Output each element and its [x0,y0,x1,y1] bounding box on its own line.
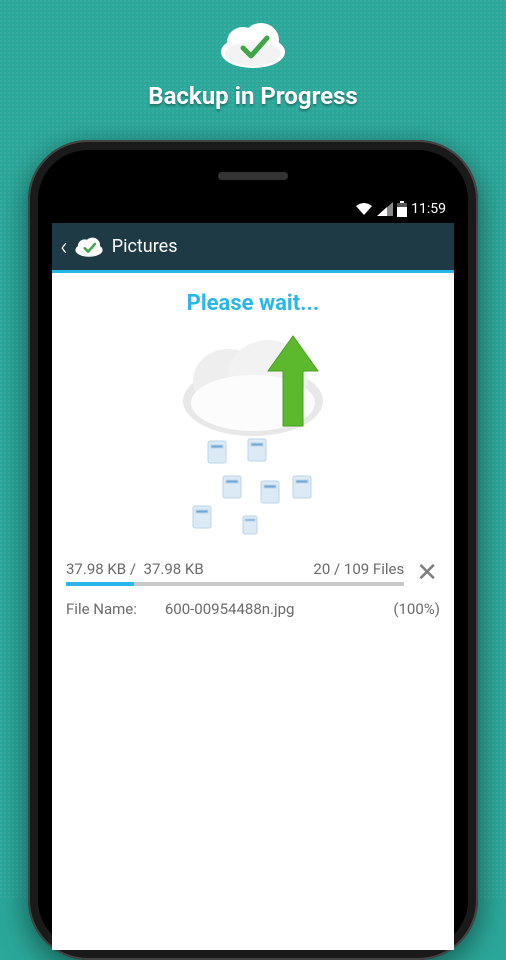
appbar-title: Pictures [112,236,178,257]
cloud-upload-icon [183,336,323,436]
promo-header: Backup in Progress [0,0,506,120]
back-button[interactable]: ‹ [60,234,106,260]
cloud-check-small-icon [72,236,106,258]
status-time: 11:59 [411,201,446,217]
file-icon [261,481,279,503]
file-icon [293,476,311,498]
progress-bar [66,582,404,586]
file-count-progress: 20 / 109 Files [313,560,404,578]
promo-title: Backup in Progress [0,82,506,110]
progress-fill [66,582,134,586]
please-wait-label: Please wait... [66,291,440,316]
upload-illustration [66,326,440,556]
file-name-value: 600-00954488n.jpg [147,600,383,618]
signal-icon [377,202,393,216]
status-bar: 11:59 [52,195,454,223]
cancel-button[interactable]: ✕ [414,560,440,586]
progress-meta: 37.98 KB / 37.98 KB 20 / 109 Files [66,560,404,586]
file-percent: (100%) [393,600,440,618]
phone-frame: 11:59 ‹ Pictures Please wait... [28,140,478,960]
file-icon [208,441,226,463]
file-icon [223,476,241,498]
file-icon [193,506,211,528]
phone-speaker [218,172,288,180]
close-icon: ✕ [416,558,438,588]
file-icon [243,516,257,534]
app-bar: ‹ Pictures [52,223,454,273]
chevron-left-icon: ‹ [60,234,68,260]
file-icon [248,439,266,461]
battery-icon [397,201,407,217]
current-file-row: File Name: 600-00954488n.jpg (100%) [66,600,440,618]
main-content: Please wait... [52,273,454,636]
cloud-check-icon [213,20,293,74]
size-progress: 37.98 KB / 37.98 KB [66,560,204,578]
wifi-icon [355,202,373,216]
file-name-label: File Name: [66,600,137,618]
phone-screen: 11:59 ‹ Pictures Please wait... [52,195,454,950]
